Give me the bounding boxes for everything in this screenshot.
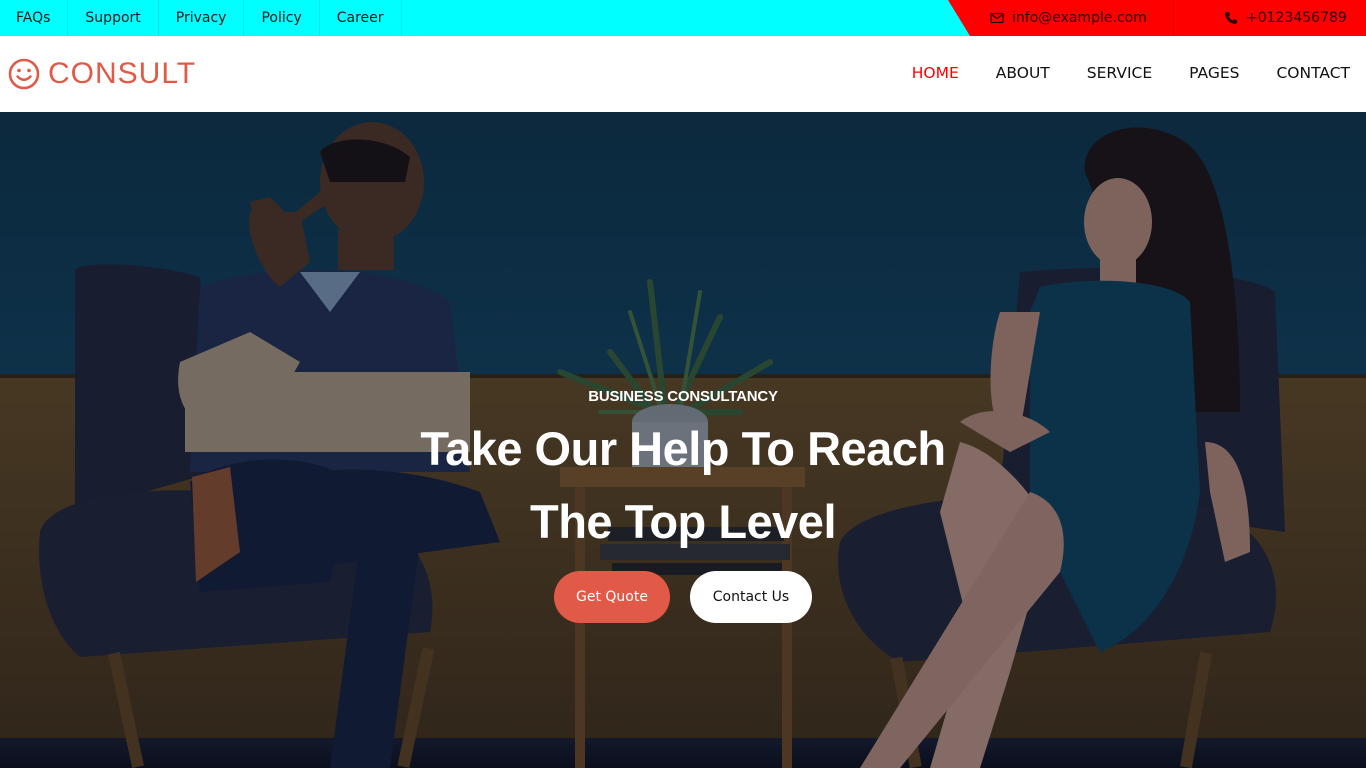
- topbar-link-privacy[interactable]: Privacy: [159, 0, 245, 36]
- topbar-link-policy[interactable]: Policy: [244, 0, 320, 36]
- main-nav: HOME ABOUT SERVICE PAGES CONTACT: [875, 36, 1350, 112]
- smiley-face-icon: [8, 58, 40, 90]
- brand-name: CONSULT: [48, 57, 197, 90]
- hero-title-line-2: The Top Level: [530, 495, 837, 548]
- top-bar: FAQs Support Privacy Policy Career info@…: [0, 0, 1366, 36]
- topbar-link-faqs[interactable]: FAQs: [0, 0, 69, 36]
- get-quote-button[interactable]: Get Quote: [554, 571, 670, 623]
- brand-logo[interactable]: CONSULT: [8, 58, 196, 90]
- phone-icon: [1225, 12, 1237, 24]
- nav-contact[interactable]: CONTACT: [1276, 66, 1350, 82]
- navbar: CONSULT HOME ABOUT SERVICE PAGES CONTACT: [0, 36, 1366, 112]
- hero-carousel: BUSINESS CONSULTANCY Take Our Help To Re…: [0, 112, 1366, 768]
- hero-eyebrow: BUSINESS CONSULTANCY: [588, 388, 778, 405]
- contact-email[interactable]: info@example.com: [948, 0, 1174, 36]
- hero-title-line-1: Take Our Help To Reach: [420, 422, 946, 475]
- envelope-icon: [990, 12, 1004, 24]
- topbar-link-support[interactable]: Support: [68, 0, 159, 36]
- nav-home[interactable]: HOME: [912, 66, 959, 82]
- nav-service[interactable]: SERVICE: [1087, 66, 1152, 82]
- nav-pages[interactable]: PAGES: [1189, 66, 1239, 82]
- contact-phone-text: +0123456789: [1246, 10, 1347, 26]
- hero-content: BUSINESS CONSULTANCY Take Our Help To Re…: [0, 112, 1366, 768]
- topbar-contact: info@example.com +0123456789: [948, 0, 1366, 36]
- contact-phone[interactable]: +0123456789: [1174, 0, 1366, 36]
- nav-about[interactable]: ABOUT: [996, 66, 1050, 82]
- topbar-link-career[interactable]: Career: [320, 0, 402, 36]
- topbar-links: FAQs Support Privacy Policy Career: [0, 0, 402, 36]
- hero-title: Take Our Help To Reach The Top Level: [0, 412, 1366, 558]
- contact-email-text: info@example.com: [1012, 10, 1147, 26]
- contact-us-button[interactable]: Contact Us: [690, 571, 812, 623]
